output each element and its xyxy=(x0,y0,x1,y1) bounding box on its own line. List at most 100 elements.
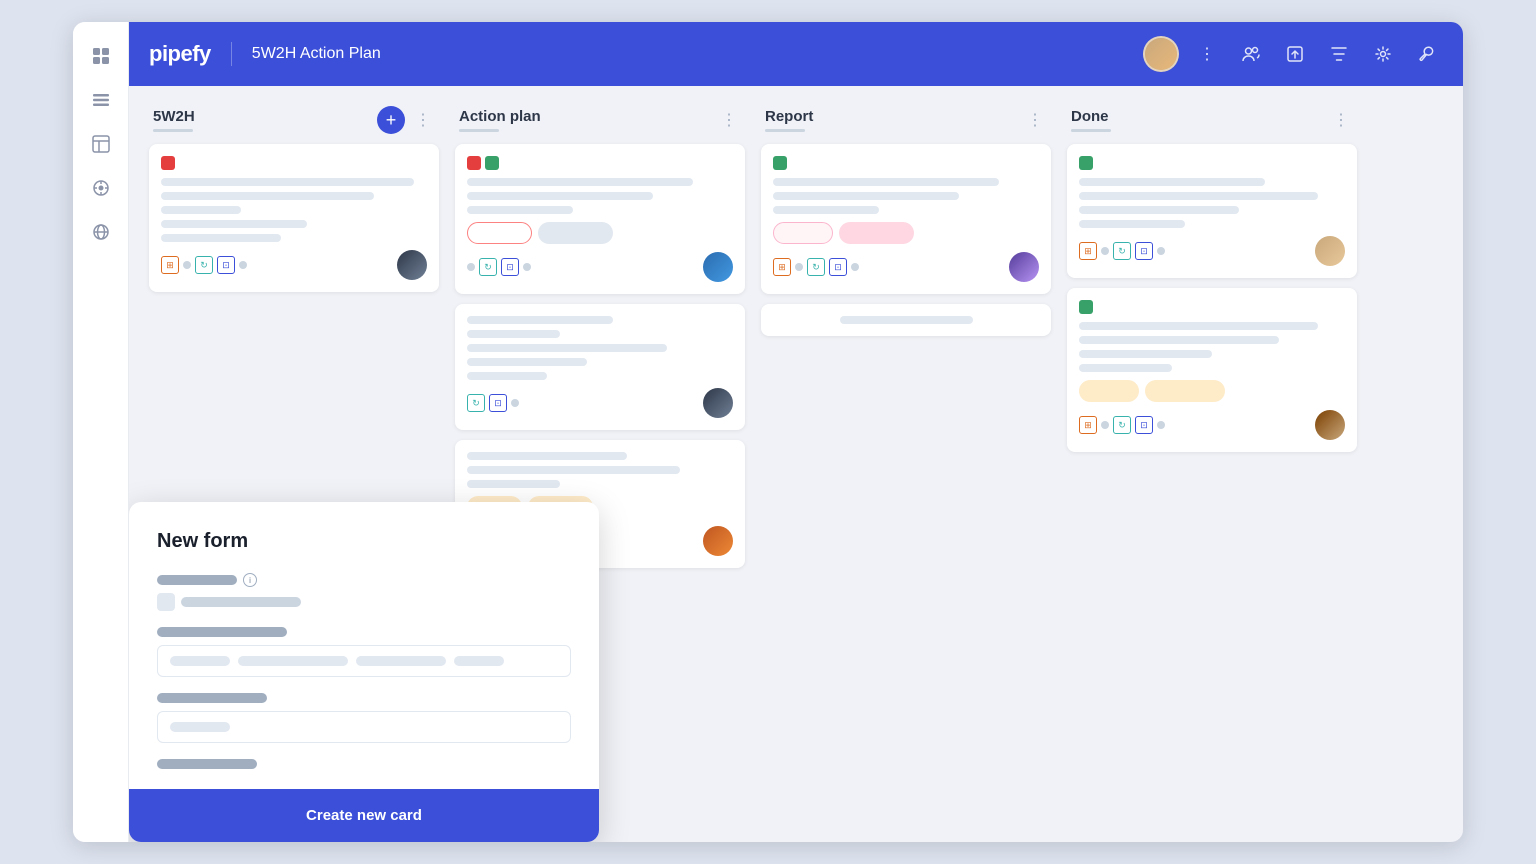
input-ph-2 xyxy=(238,656,348,666)
export-icon[interactable] xyxy=(1279,38,1311,70)
card-badge-r1-1 xyxy=(773,222,833,244)
column-menu-button-5w2h[interactable]: ⋮ xyxy=(411,106,435,134)
sidebar-item-automation[interactable] xyxy=(83,170,119,206)
column-menu-button-done[interactable]: ⋮ xyxy=(1329,106,1353,134)
form-field-3 xyxy=(157,693,571,743)
card-report-1[interactable]: ⊞ ↻ ⊡ xyxy=(761,144,1051,294)
card-line-d1-4 xyxy=(1079,220,1185,228)
input-ph-1 xyxy=(170,656,230,666)
card-line-ap3-2 xyxy=(467,466,680,474)
avatar[interactable] xyxy=(1143,36,1179,72)
card-line-ap2-4 xyxy=(467,358,587,366)
form-label-row-1: i xyxy=(157,573,571,587)
add-card-button-5w2h[interactable]: + xyxy=(377,106,405,134)
sidebar-item-table[interactable] xyxy=(83,126,119,162)
column-title-bar xyxy=(153,129,193,132)
card-icon-teal-ap1: ↻ xyxy=(479,258,497,276)
column-title-done: Done xyxy=(1071,108,1111,125)
card-done-1[interactable]: ⊞ ↻ ⊡ xyxy=(1067,144,1357,278)
form-input-2-container[interactable] xyxy=(157,711,571,743)
column-header-report: Report ⋮ xyxy=(761,106,1051,134)
card-line-3 xyxy=(161,206,241,214)
card-line-ap2-1 xyxy=(467,316,613,324)
card-line-d2-3 xyxy=(1079,350,1212,358)
card-icons-d1: ⊞ ↻ ⊡ xyxy=(1079,242,1165,260)
card-line-ap3-1 xyxy=(467,452,627,460)
column-title-group: 5W2H xyxy=(153,108,195,132)
card-line-d2-4 xyxy=(1079,364,1172,372)
card-avatar-ap2 xyxy=(703,388,733,418)
card-avatar-ap3 xyxy=(703,526,733,556)
column-title-group-ap: Action plan xyxy=(459,108,541,132)
card-icon-dot-d1 xyxy=(1101,247,1109,255)
card-tag-row xyxy=(161,156,427,170)
column-title-report: Report xyxy=(765,108,813,125)
form-label-1 xyxy=(157,575,237,585)
column-report: Report ⋮ xyxy=(761,106,1051,822)
form-title: New form xyxy=(157,530,571,553)
app-container: pipefy 5W2H Action Plan ⋮ xyxy=(73,22,1463,842)
create-new-card-button[interactable]: Create new card xyxy=(129,789,599,842)
card-footer-1: ⊞ ↻ ⊡ xyxy=(161,250,427,280)
settings-icon[interactable] xyxy=(1367,38,1399,70)
card-avatar-1 xyxy=(397,250,427,280)
card-badge-row-ap1 xyxy=(467,222,733,244)
column-title-bar-done xyxy=(1071,129,1111,132)
form-body: New form i xyxy=(129,502,599,789)
sidebar-item-list[interactable] xyxy=(83,82,119,118)
card-ap-2[interactable]: ↻ ⊡ xyxy=(455,304,745,430)
card-icon-blue: ⊡ xyxy=(217,256,235,274)
form-field-2 xyxy=(157,627,571,677)
column-menu-button-report[interactable]: ⋮ xyxy=(1023,106,1047,134)
card-line-1 xyxy=(161,178,414,186)
card-icon-blue-ap2: ⊡ xyxy=(489,394,507,412)
tag-green-ap1 xyxy=(485,156,499,170)
logo-text: pipefy xyxy=(149,41,211,67)
header-divider xyxy=(231,42,232,66)
sidebar-item-grid[interactable] xyxy=(83,38,119,74)
skeleton-line xyxy=(840,316,973,324)
input-ph-4 xyxy=(454,656,504,666)
card-line-5 xyxy=(161,234,281,242)
card-line-ap2-3 xyxy=(467,344,667,352)
card-icon-teal: ↻ xyxy=(195,256,213,274)
filter-icon[interactable] xyxy=(1323,38,1355,70)
column-title-action-plan: Action plan xyxy=(459,108,541,125)
tag-red-ap1 xyxy=(467,156,481,170)
card-footer-r1: ⊞ ↻ ⊡ xyxy=(773,252,1039,282)
card-line-r1-2 xyxy=(773,192,959,200)
card-icon-teal-r1: ↻ xyxy=(807,258,825,276)
card-icon-blue-d1: ⊡ xyxy=(1135,242,1153,260)
column-header-action-plan: Action plan ⋮ xyxy=(455,106,745,134)
header-left: pipefy 5W2H Action Plan xyxy=(149,41,381,67)
column-header-done: Done ⋮ xyxy=(1067,106,1357,134)
card-icon-dot-d1-2 xyxy=(1157,247,1165,255)
board-area: 5W2H + ⋮ xyxy=(129,86,1463,842)
people-icon[interactable] xyxy=(1235,38,1267,70)
card-icon-dot-r1-2 xyxy=(851,263,859,271)
info-icon-1: i xyxy=(243,573,257,587)
card-5w2h-1[interactable]: ⊞ ↻ ⊡ xyxy=(149,144,439,292)
card-line-r1-3 xyxy=(773,206,879,214)
header-more-button[interactable]: ⋮ xyxy=(1191,38,1223,70)
card-footer-ap2: ↻ ⊡ xyxy=(467,388,733,418)
sidebar-item-globe[interactable] xyxy=(83,214,119,250)
card-tag-row-d1 xyxy=(1079,156,1345,170)
card-badge-row-r1 xyxy=(773,222,1039,244)
card-tag-row-ap1 xyxy=(467,156,733,170)
card-icons-d2: ⊞ ↻ ⊡ xyxy=(1079,416,1165,434)
sidebar xyxy=(73,22,129,842)
card-line-ap3-3 xyxy=(467,480,560,488)
card-icon-orange: ⊞ xyxy=(161,256,179,274)
form-section-label-2 xyxy=(157,693,267,703)
card-avatar-d2 xyxy=(1315,410,1345,440)
wrench-icon[interactable] xyxy=(1411,38,1443,70)
form-input-1-container[interactable] xyxy=(157,645,571,677)
new-form-panel: New form i xyxy=(129,502,599,842)
card-report-skeleton xyxy=(761,304,1051,336)
card-ap-1[interactable]: ↻ ⊡ xyxy=(455,144,745,294)
column-title-5w2h: 5W2H xyxy=(153,108,195,125)
card-icon-dot-d2 xyxy=(1101,421,1109,429)
column-menu-button-ap[interactable]: ⋮ xyxy=(717,106,741,134)
card-done-2[interactable]: ⊞ ↻ ⊡ xyxy=(1067,288,1357,452)
